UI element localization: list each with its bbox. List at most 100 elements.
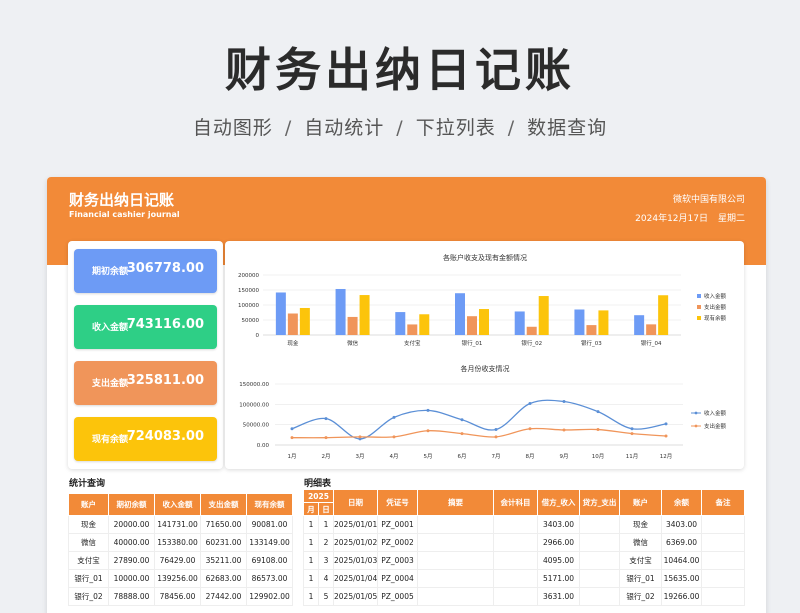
table-cell (579, 551, 620, 570)
bar (335, 288, 346, 335)
table-cell: 27442.00 (200, 587, 247, 606)
table-cell: 2025/01/03 (333, 551, 378, 570)
table-cell (701, 533, 745, 552)
hero-title: 财务出纳日记账 (225, 43, 575, 97)
charts-svg: 各账户收支及现有金额情况 200000 150000 100000 50000 0 现金 微信… (238, 253, 727, 460)
table-cell (701, 587, 745, 606)
column-header: 贷方_支出 (579, 489, 620, 516)
data-point (290, 436, 294, 440)
table-cell: 2025/01/05 (333, 587, 378, 606)
table-cell (579, 569, 620, 588)
table-cell (493, 551, 538, 570)
bar (407, 324, 418, 335)
legend-label: 支出金额 (704, 422, 727, 430)
day-header: 日 (318, 502, 334, 516)
table-cell: 153380.00 (154, 533, 201, 552)
data-point (324, 436, 328, 440)
table-cell (701, 515, 745, 534)
table-cell: 86573.00 (246, 569, 293, 588)
table-cell: 1 (303, 551, 319, 570)
detail-title: 明细表 (304, 479, 332, 489)
column-header: 日期 (333, 489, 378, 516)
table-cell: 133149.00 (246, 533, 293, 552)
table-cell (493, 515, 538, 534)
bar (455, 293, 465, 335)
column-header: 凭证号 (377, 489, 418, 516)
x-tick-label: 12月 (660, 453, 673, 460)
table-cell: 76429.00 (154, 551, 201, 570)
data-point (596, 410, 600, 414)
company-name: 微软中国有限公司 (672, 195, 745, 205)
column-header: 摘要 (417, 489, 494, 516)
table-row: 1 2 2025/01/02 PZ_0002 2966.00 微信 6369.00 (303, 533, 745, 552)
table-cell (417, 533, 494, 552)
legend-label: 收入金额 (704, 292, 727, 300)
legend-swatch (697, 305, 701, 309)
weekday-text: 星期二 (717, 214, 745, 224)
table-cell: 40000.00 (108, 533, 155, 552)
table-cell: 6369.00 (661, 533, 702, 552)
legend-label: 支出金额 (704, 303, 727, 311)
table-row: 银行_01 10000.00 139256.00 62683.00 86573.00 (68, 569, 293, 588)
x-tick-label: 支付宝 (404, 339, 421, 347)
x-tick-label: 银行_04 (641, 339, 662, 347)
bar (646, 324, 657, 335)
bar (419, 314, 430, 335)
feature-separator: / (396, 117, 404, 139)
table-cell: 5171.00 (537, 569, 580, 588)
bar (275, 292, 286, 335)
x-tick-label: 2月 (322, 453, 331, 460)
y-tick-label: 150000.00 (239, 382, 269, 388)
table-cell: 3403.00 (537, 515, 580, 534)
legend-swatch (697, 316, 701, 320)
summary-cards: 期初余额 306778.00 收入金额 743116.00 支出金额 32581… (68, 241, 223, 469)
table-cell: 1 (303, 533, 319, 552)
table-cell: 19266.00 (661, 587, 702, 606)
table-cell: PZ_0002 (377, 533, 418, 552)
table-cell: 78888.00 (108, 587, 155, 606)
x-tick-label: 现金 (287, 339, 299, 347)
y-tick-label: 100000.00 (239, 402, 269, 408)
table-cell: 银行_02 (619, 587, 662, 606)
table-cell: 35211.00 (200, 551, 247, 570)
x-tick-label: 1月 (288, 453, 297, 460)
y-tick-label: 200000 (238, 273, 259, 279)
x-tick-label: 银行_01 (462, 339, 483, 347)
table-row: 1 1 2025/01/01 PZ_0001 3403.00 现金 3403.00 (303, 515, 745, 534)
month-header: 月 (303, 502, 319, 516)
table-cell: 2025/01/02 (333, 533, 378, 552)
table-row: 现金 20000.00 141731.00 71650.00 90081.00 (68, 515, 293, 534)
feature-label: 下拉列表 (415, 117, 496, 139)
bar (287, 313, 298, 335)
data-point (426, 408, 430, 412)
bar (658, 295, 669, 335)
data-point (494, 428, 498, 432)
table-cell: 3403.00 (661, 515, 702, 534)
table-cell (417, 569, 494, 588)
feature-label: 数据查询 (527, 117, 608, 139)
table-cell: 2966.00 (537, 533, 580, 552)
series-line (291, 399, 667, 440)
x-tick-label: 10月 (592, 453, 605, 460)
table-cell: PZ_0005 (377, 587, 418, 606)
x-tick-label: 7月 (492, 453, 501, 460)
column-header: 借方_收入 (537, 489, 580, 516)
table-cell: 4 (318, 569, 334, 588)
data-point (290, 427, 294, 431)
table-cell (417, 551, 494, 570)
data-point (426, 429, 430, 433)
card-label: 支出金额 (92, 379, 129, 389)
table-cell (701, 551, 745, 570)
date-display: 2024年12月17日 星期二 (635, 211, 745, 224)
y-tick-label: 50000 (242, 318, 260, 324)
data-point (630, 432, 634, 436)
table-cell: 微信 (619, 533, 662, 552)
journal-panel: 财务出纳日记账 Financial cashier journal 微软中国有限… (47, 177, 766, 613)
stats-title: 统计查询 (69, 479, 106, 489)
table-cell: 141731.00 (154, 515, 201, 534)
table-cell: 129902.00 (246, 587, 293, 606)
card-value: 306778.00 (126, 261, 204, 276)
bar (538, 296, 549, 335)
table-row: 1 4 2025/01/04 PZ_0004 5171.00 银行_01 15635.00 (303, 569, 745, 588)
data-point (324, 417, 328, 421)
